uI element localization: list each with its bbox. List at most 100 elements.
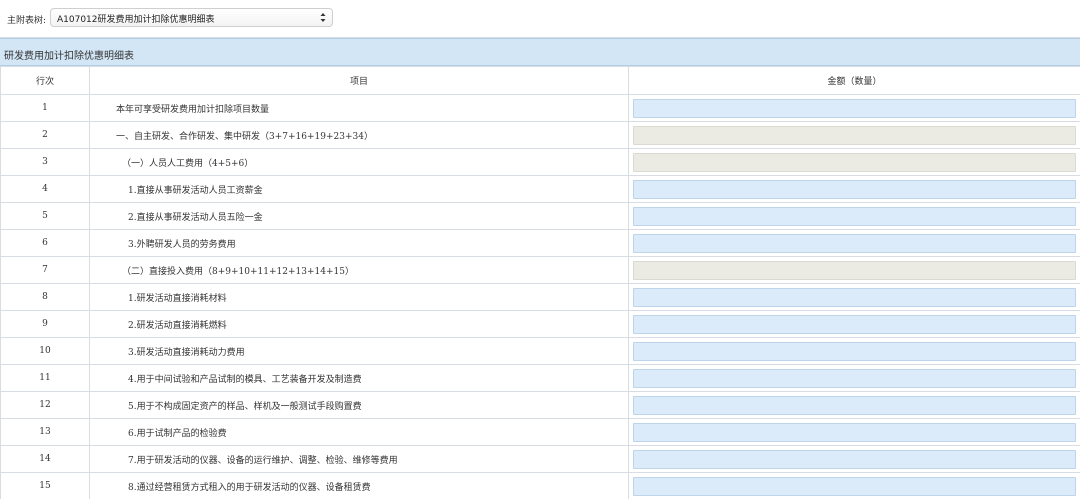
row-number: 9 [0,310,90,338]
row-item-cell: 一、自主研发、合作研发、集中研发（3+7+16+19+23+34） [89,121,629,149]
table-row: 12 5.用于不构成固定资产的样品、样机及一般测试手段购置费 [0,391,1080,419]
amount-readonly-field [633,125,1076,145]
row-number: 8 [0,283,90,311]
row-amount-cell [628,148,1080,176]
row-item-label: 2.研发活动直接消耗燃料 [128,320,227,331]
amount-readonly-field [633,260,1076,280]
row-item-label: （二）直接投入费用（8+9+10+11+12+13+14+15） [122,266,354,277]
row-amount-cell [628,391,1080,419]
row-number: 14 [0,445,90,473]
row-amount-cell [628,310,1080,338]
row-item-cell: （一）人员人工费用（4+5+6） [89,148,629,176]
row-item-label: 7.用于研发活动的仪器、设备的运行维护、调整、检验、维修等费用 [128,455,398,466]
row-item-cell: 1.研发活动直接消耗材料 [89,283,629,311]
form-tree-label: 主附表树: [7,16,47,26]
table-row: 3 （一）人员人工费用（4+5+6） [0,148,1080,176]
amount-readonly-field [633,152,1076,172]
table-row: 6 3.外聘研发人员的劳务费用 [0,229,1080,257]
header-amount: 金额（数量） [628,66,1080,95]
row-amount-cell [628,418,1080,446]
row-item-label: （一）人员人工费用（4+5+6） [122,158,254,169]
row-item-label: 3.研发活动直接消耗动力费用 [128,347,245,358]
amount-input[interactable] [633,395,1076,415]
table-row: 11 4.用于中间试验和产品试制的模具、工艺装备开发及制造费 [0,364,1080,392]
row-amount-cell [628,472,1080,499]
row-number: 12 [0,391,90,419]
row-amount-cell [628,94,1080,122]
row-item-cell: 6.用于试制产品的检验费 [89,418,629,446]
table-row: 7 （二）直接投入费用（8+9+10+11+12+13+14+15） [0,256,1080,284]
page: 主附表树: A107012研发费用加计扣除优惠明细表 研发费用加计扣除优惠明细表… [0,0,1080,499]
amount-input[interactable] [633,422,1076,442]
row-amount-cell [628,364,1080,392]
row-number: 11 [0,364,90,392]
row-number: 4 [0,175,90,203]
amount-input[interactable] [633,287,1076,307]
amount-input[interactable] [633,476,1076,496]
row-number: 10 [0,337,90,365]
row-item-cell: 3.研发活动直接消耗动力费用 [89,337,629,365]
table-row: 5 2.直接从事研发活动人员五险一金 [0,202,1080,230]
amount-input[interactable] [633,314,1076,334]
table-row: 4 1.直接从事研发活动人员工资薪金 [0,175,1080,203]
toolbar: 主附表树: A107012研发费用加计扣除优惠明细表 [0,0,1080,38]
row-item-cell: 7.用于研发活动的仪器、设备的运行维护、调整、检验、维修等费用 [89,445,629,473]
form-select-value: A107012研发费用加计扣除优惠明细表 [57,15,215,25]
section-title: 研发费用加计扣除优惠明细表 [4,51,134,62]
row-number: 6 [0,229,90,257]
row-item-label: 一、自主研发、合作研发、集中研发（3+7+16+19+23+34） [116,131,373,142]
row-item-cell: 1.直接从事研发活动人员工资薪金 [89,175,629,203]
row-item-label: 本年可享受研发费用加计扣除项目数量 [116,104,270,115]
amount-input[interactable] [633,368,1076,388]
table-header-row: 行次 项目 金额（数量） [0,66,1080,95]
table-row: 13 6.用于试制产品的检验费 [0,418,1080,446]
row-item-cell: 2.直接从事研发活动人员五险一金 [89,202,629,230]
amount-input[interactable] [633,179,1076,199]
table-row: 14 7.用于研发活动的仪器、设备的运行维护、调整、检验、维修等费用 [0,445,1080,473]
amount-input[interactable] [633,206,1076,226]
row-number: 7 [0,256,90,284]
row-amount-cell [628,283,1080,311]
row-item-cell: 2.研发活动直接消耗燃料 [89,310,629,338]
row-number: 15 [0,472,90,499]
header-item: 项目 [89,66,629,95]
table-row: 2 一、自主研发、合作研发、集中研发（3+7+16+19+23+34） [0,121,1080,149]
row-amount-cell [628,337,1080,365]
form-select[interactable]: A107012研发费用加计扣除优惠明细表 [50,8,333,27]
row-item-cell: 3.外聘研发人员的劳务费用 [89,229,629,257]
row-item-label: 8.通过经营租赁方式租入的用于研发活动的仪器、设备租赁费 [128,482,371,493]
row-amount-cell [628,202,1080,230]
row-number: 3 [0,148,90,176]
amount-input[interactable] [633,98,1076,118]
row-item-label: 5.用于不构成固定资产的样品、样机及一般测试手段购置费 [128,401,362,412]
row-item-cell: （二）直接投入费用（8+9+10+11+12+13+14+15） [89,256,629,284]
table-row: 1 本年可享受研发费用加计扣除项目数量 [0,94,1080,122]
row-number: 1 [0,94,90,122]
row-item-label: 4.用于中间试验和产品试制的模具、工艺装备开发及制造费 [128,374,362,385]
row-amount-cell [628,121,1080,149]
row-item-label: 2.直接从事研发活动人员五险一金 [128,212,263,223]
table-row: 8 1.研发活动直接消耗材料 [0,283,1080,311]
amount-input[interactable] [633,341,1076,361]
table-row: 15 8.通过经营租赁方式租入的用于研发活动的仪器、设备租赁费 [0,472,1080,499]
row-amount-cell [628,229,1080,257]
row-item-label: 1.直接从事研发活动人员工资薪金 [128,185,263,196]
row-item-cell: 5.用于不构成固定资产的样品、样机及一般测试手段购置费 [89,391,629,419]
row-item-cell: 8.通过经营租赁方式租入的用于研发活动的仪器、设备租赁费 [89,472,629,499]
row-item-label: 1.研发活动直接消耗材料 [128,293,227,304]
table-row: 10 3.研发活动直接消耗动力费用 [0,337,1080,365]
row-item-cell: 本年可享受研发费用加计扣除项目数量 [89,94,629,122]
row-amount-cell [628,175,1080,203]
table-row: 9 2.研发活动直接消耗燃料 [0,310,1080,338]
header-row-number: 行次 [0,66,90,95]
row-amount-cell [628,256,1080,284]
amount-input[interactable] [633,449,1076,469]
row-item-label: 3.外聘研发人员的劳务费用 [128,239,236,250]
detail-table: 行次 项目 金额（数量） 1 本年可享受研发费用加计扣除项目数量 2 一、自主研发、合… [0,66,1080,499]
updown-chevron-icon [320,13,326,22]
section-header: 研发费用加计扣除优惠明细表 [0,38,1080,66]
amount-input[interactable] [633,233,1076,253]
row-amount-cell [628,445,1080,473]
row-number: 2 [0,121,90,149]
row-item-cell: 4.用于中间试验和产品试制的模具、工艺装备开发及制造费 [89,364,629,392]
